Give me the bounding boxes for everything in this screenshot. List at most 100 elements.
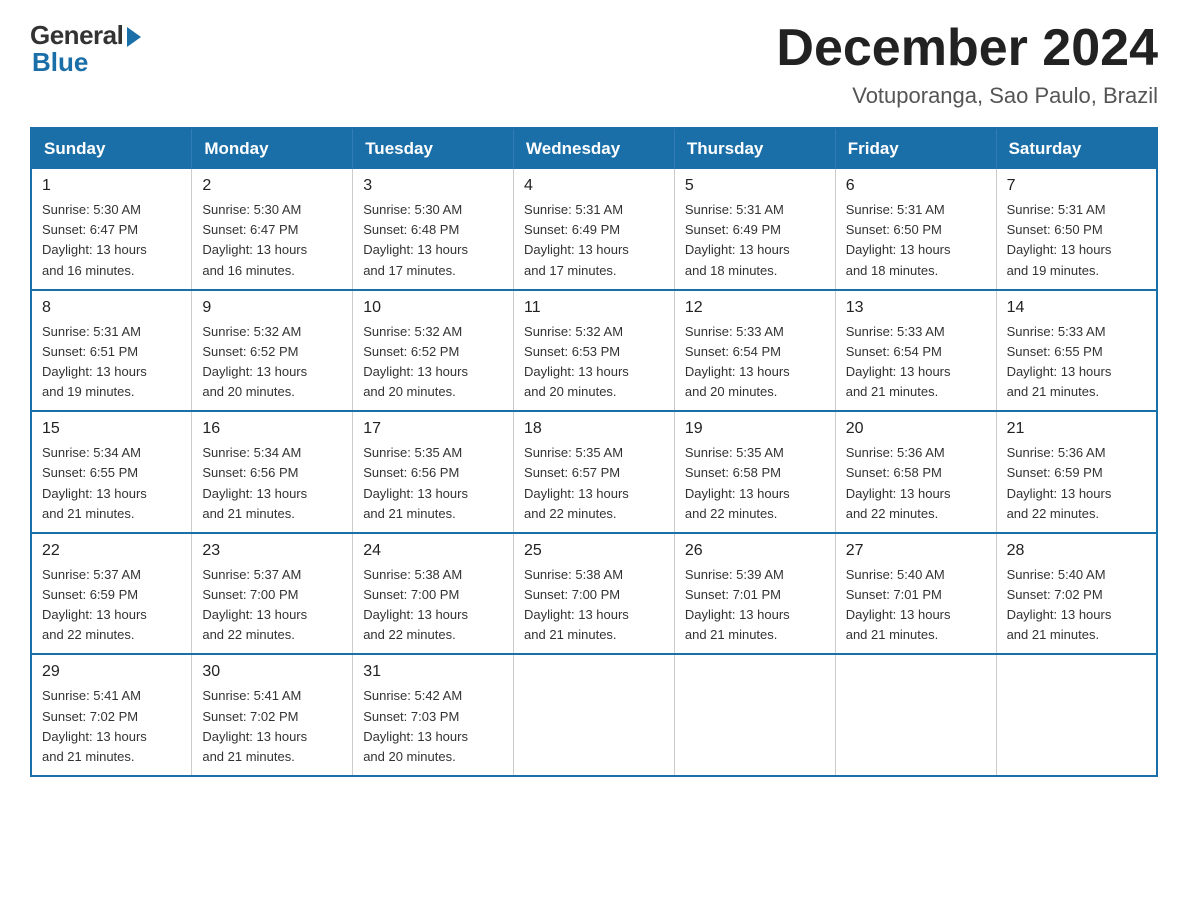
- day-number: 15: [42, 420, 181, 438]
- day-number: 9: [202, 299, 342, 317]
- calendar-cell: 7 Sunrise: 5:31 AMSunset: 6:50 PMDaylight…: [996, 169, 1157, 290]
- day-number: 1: [42, 177, 181, 195]
- calendar-cell: 24 Sunrise: 5:38 AMSunset: 7:00 PMDayligh…: [353, 533, 514, 655]
- day-info: Sunrise: 5:31 AMSunset: 6:50 PMDaylight:…: [846, 200, 986, 281]
- title-section: December 2024 Votuporanga, Sao Paulo, Br…: [776, 20, 1158, 109]
- day-info: Sunrise: 5:36 AMSunset: 6:59 PMDaylight:…: [1007, 443, 1146, 524]
- calendar-cell: 29Sunrise: 5:41 AMSunset: 7:02 PMDayligh…: [31, 654, 192, 776]
- calendar-cell: 12Sunrise: 5:33 AMSunset: 6:54 PMDayligh…: [674, 290, 835, 412]
- calendar-week-5: 29Sunrise: 5:41 AMSunset: 7:02 PMDayligh…: [31, 654, 1157, 776]
- calendar-week-2: 8 Sunrise: 5:31 AMSunset: 6:51 PMDaylight…: [31, 290, 1157, 412]
- day-number: 4: [524, 177, 664, 195]
- day-number: 25: [524, 542, 664, 560]
- calendar-cell: 2 Sunrise: 5:30 AMSunset: 6:47 PMDaylight…: [192, 169, 353, 290]
- day-number: 6: [846, 177, 986, 195]
- calendar-cell: [996, 654, 1157, 776]
- calendar-cell: 13 Sunrise: 5:33 AMSunset: 6:54 PMDayligh…: [835, 290, 996, 412]
- day-info: Sunrise: 5:31 AMSunset: 6:49 PMDaylight:…: [685, 200, 825, 281]
- calendar-cell: 16 Sunrise: 5:34 AMSunset: 6:56 PMDayligh…: [192, 411, 353, 533]
- calendar-cell: 15Sunrise: 5:34 AMSunset: 6:55 PMDayligh…: [31, 411, 192, 533]
- calendar-cell: 27 Sunrise: 5:40 AMSunset: 7:01 PMDayligh…: [835, 533, 996, 655]
- day-number: 16: [202, 420, 342, 438]
- day-info: Sunrise: 5:38 AMSunset: 7:00 PMDaylight:…: [524, 565, 664, 646]
- day-number: 30: [202, 663, 342, 681]
- calendar-cell: 8 Sunrise: 5:31 AMSunset: 6:51 PMDaylight…: [31, 290, 192, 412]
- calendar-cell: 19Sunrise: 5:35 AMSunset: 6:58 PMDayligh…: [674, 411, 835, 533]
- calendar-cell: [674, 654, 835, 776]
- day-number: 14: [1007, 299, 1146, 317]
- day-info: Sunrise: 5:32 AMSunset: 6:52 PMDaylight:…: [202, 322, 342, 403]
- day-number: 21: [1007, 420, 1146, 438]
- day-info: Sunrise: 5:40 AMSunset: 7:02 PMDaylight:…: [1007, 565, 1146, 646]
- calendar-cell: 22 Sunrise: 5:37 AMSunset: 6:59 PMDayligh…: [31, 533, 192, 655]
- calendar-cell: 4 Sunrise: 5:31 AMSunset: 6:49 PMDaylight…: [514, 169, 675, 290]
- calendar-cell: 30 Sunrise: 5:41 AMSunset: 7:02 PMDayligh…: [192, 654, 353, 776]
- day-number: 5: [685, 177, 825, 195]
- logo-triangle-icon: [127, 27, 141, 47]
- day-number: 31: [363, 663, 503, 681]
- day-number: 8: [42, 299, 181, 317]
- day-number: 17: [363, 420, 503, 438]
- day-number: 27: [846, 542, 986, 560]
- day-number: 3: [363, 177, 503, 195]
- day-info: Sunrise: 5:30 AMSunset: 6:48 PMDaylight:…: [363, 200, 503, 281]
- day-info: Sunrise: 5:34 AMSunset: 6:56 PMDaylight:…: [202, 443, 342, 524]
- day-info: Sunrise: 5:35 AMSunset: 6:57 PMDaylight:…: [524, 443, 664, 524]
- calendar-cell: 3 Sunrise: 5:30 AMSunset: 6:48 PMDaylight…: [353, 169, 514, 290]
- day-info: Sunrise: 5:41 AMSunset: 7:02 PMDaylight:…: [202, 686, 342, 767]
- calendar-cell: 26Sunrise: 5:39 AMSunset: 7:01 PMDayligh…: [674, 533, 835, 655]
- day-number: 28: [1007, 542, 1146, 560]
- day-info: Sunrise: 5:33 AMSunset: 6:54 PMDaylight:…: [846, 322, 986, 403]
- day-number: 24: [363, 542, 503, 560]
- col-header-monday: Monday: [192, 128, 353, 169]
- day-number: 7: [1007, 177, 1146, 195]
- calendar-cell: 18 Sunrise: 5:35 AMSunset: 6:57 PMDayligh…: [514, 411, 675, 533]
- day-info: Sunrise: 5:37 AMSunset: 6:59 PMDaylight:…: [42, 565, 181, 646]
- col-header-saturday: Saturday: [996, 128, 1157, 169]
- location-subtitle: Votuporanga, Sao Paulo, Brazil: [776, 83, 1158, 109]
- day-number: 19: [685, 420, 825, 438]
- day-number: 2: [202, 177, 342, 195]
- calendar-cell: 9 Sunrise: 5:32 AMSunset: 6:52 PMDaylight…: [192, 290, 353, 412]
- calendar-cell: 6 Sunrise: 5:31 AMSunset: 6:50 PMDaylight…: [835, 169, 996, 290]
- calendar-week-1: 1 Sunrise: 5:30 AMSunset: 6:47 PMDaylight…: [31, 169, 1157, 290]
- day-number: 23: [202, 542, 342, 560]
- calendar-week-3: 15Sunrise: 5:34 AMSunset: 6:55 PMDayligh…: [31, 411, 1157, 533]
- day-info: Sunrise: 5:31 AMSunset: 6:50 PMDaylight:…: [1007, 200, 1146, 281]
- day-info: Sunrise: 5:31 AMSunset: 6:51 PMDaylight:…: [42, 322, 181, 403]
- calendar-cell: 23 Sunrise: 5:37 AMSunset: 7:00 PMDayligh…: [192, 533, 353, 655]
- day-info: Sunrise: 5:32 AMSunset: 6:52 PMDaylight:…: [363, 322, 503, 403]
- month-title: December 2024: [776, 20, 1158, 77]
- calendar-cell: 21 Sunrise: 5:36 AMSunset: 6:59 PMDayligh…: [996, 411, 1157, 533]
- logo-blue-text: Blue: [30, 47, 88, 78]
- calendar-cell: [514, 654, 675, 776]
- calendar-cell: 20Sunrise: 5:36 AMSunset: 6:58 PMDayligh…: [835, 411, 996, 533]
- calendar-cell: 14Sunrise: 5:33 AMSunset: 6:55 PMDayligh…: [996, 290, 1157, 412]
- day-info: Sunrise: 5:37 AMSunset: 7:00 PMDaylight:…: [202, 565, 342, 646]
- col-header-thursday: Thursday: [674, 128, 835, 169]
- day-number: 11: [524, 299, 664, 317]
- day-info: Sunrise: 5:38 AMSunset: 7:00 PMDaylight:…: [363, 565, 503, 646]
- col-header-wednesday: Wednesday: [514, 128, 675, 169]
- calendar-cell: 10Sunrise: 5:32 AMSunset: 6:52 PMDayligh…: [353, 290, 514, 412]
- day-number: 18: [524, 420, 664, 438]
- calendar-cell: 1Sunrise: 5:30 AMSunset: 6:47 PMDaylight…: [31, 169, 192, 290]
- day-info: Sunrise: 5:33 AMSunset: 6:54 PMDaylight:…: [685, 322, 825, 403]
- page-header: General Blue December 2024 Votuporanga, …: [30, 20, 1158, 109]
- col-header-friday: Friday: [835, 128, 996, 169]
- day-info: Sunrise: 5:40 AMSunset: 7:01 PMDaylight:…: [846, 565, 986, 646]
- calendar-week-4: 22 Sunrise: 5:37 AMSunset: 6:59 PMDayligh…: [31, 533, 1157, 655]
- day-number: 22: [42, 542, 181, 560]
- day-number: 26: [685, 542, 825, 560]
- day-info: Sunrise: 5:30 AMSunset: 6:47 PMDaylight:…: [202, 200, 342, 281]
- day-info: Sunrise: 5:31 AMSunset: 6:49 PMDaylight:…: [524, 200, 664, 281]
- calendar-cell: 31Sunrise: 5:42 AMSunset: 7:03 PMDayligh…: [353, 654, 514, 776]
- day-number: 13: [846, 299, 986, 317]
- logo: General Blue: [30, 20, 141, 78]
- day-info: Sunrise: 5:36 AMSunset: 6:58 PMDaylight:…: [846, 443, 986, 524]
- calendar-cell: 28 Sunrise: 5:40 AMSunset: 7:02 PMDayligh…: [996, 533, 1157, 655]
- day-info: Sunrise: 5:41 AMSunset: 7:02 PMDaylight:…: [42, 686, 181, 767]
- col-header-sunday: Sunday: [31, 128, 192, 169]
- day-info: Sunrise: 5:32 AMSunset: 6:53 PMDaylight:…: [524, 322, 664, 403]
- calendar-cell: [835, 654, 996, 776]
